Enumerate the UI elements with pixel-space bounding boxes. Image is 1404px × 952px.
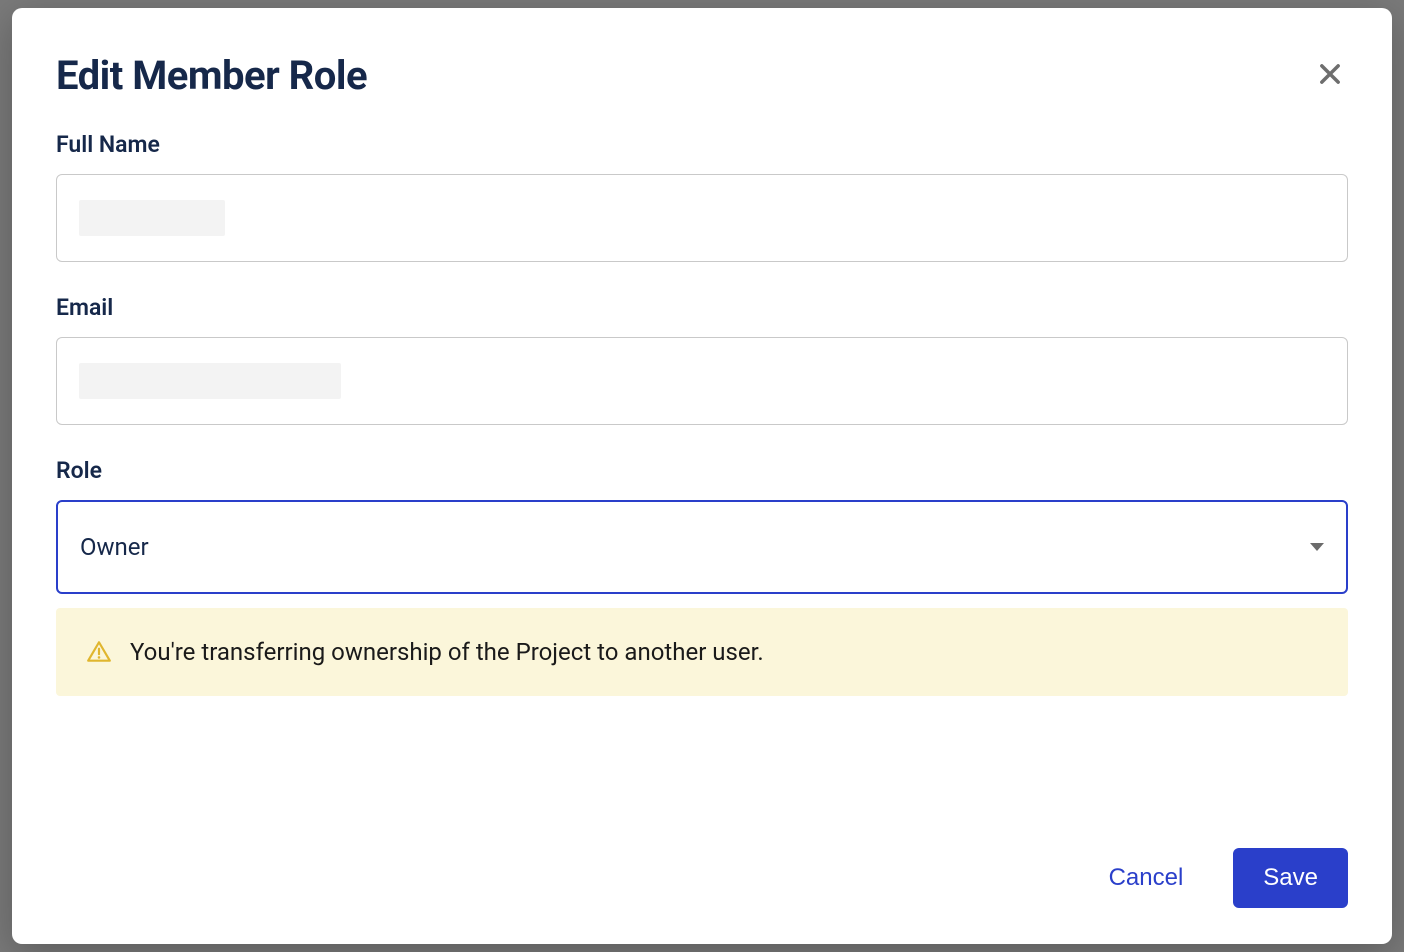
warning-text: You're transferring ownership of the Pro… xyxy=(130,638,764,666)
full-name-value-redacted xyxy=(79,200,225,236)
full-name-label: Full Name xyxy=(56,131,1348,158)
close-button[interactable] xyxy=(1312,56,1348,92)
save-button[interactable]: Save xyxy=(1233,848,1348,908)
role-select[interactable]: Owner xyxy=(56,500,1348,594)
edit-member-role-modal: Edit Member Role Full Name Email Role Ow… xyxy=(12,8,1392,944)
full-name-field[interactable] xyxy=(56,174,1348,262)
role-label: Role xyxy=(56,457,1348,484)
email-value-redacted xyxy=(79,363,341,399)
transfer-ownership-warning: You're transferring ownership of the Pro… xyxy=(56,608,1348,696)
cancel-button[interactable]: Cancel xyxy=(1099,856,1194,900)
warning-icon xyxy=(86,639,112,665)
modal-title: Edit Member Role xyxy=(56,52,367,99)
email-group: Email xyxy=(56,294,1348,425)
email-label: Email xyxy=(56,294,1348,321)
modal-header: Edit Member Role xyxy=(56,52,1348,99)
full-name-group: Full Name xyxy=(56,131,1348,262)
role-selected-value: Owner xyxy=(80,533,149,561)
modal-footer: Cancel Save xyxy=(56,808,1348,908)
close-icon xyxy=(1316,60,1344,88)
chevron-down-icon xyxy=(1310,543,1324,551)
email-field[interactable] xyxy=(56,337,1348,425)
role-group: Role Owner xyxy=(56,457,1348,594)
